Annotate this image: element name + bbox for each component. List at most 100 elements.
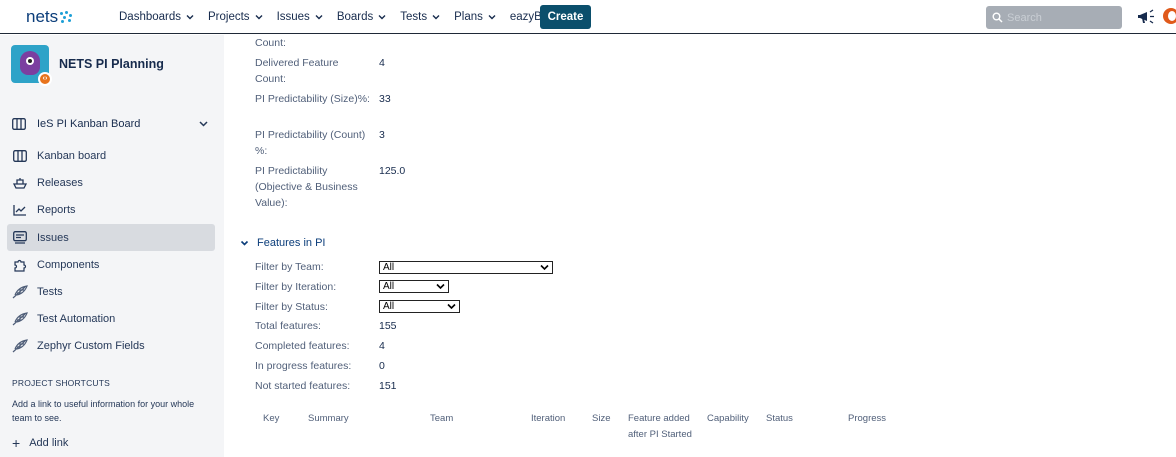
filter-iteration-label: Filter by Iteration: bbox=[255, 281, 337, 293]
completed-features-label: Completed features: bbox=[255, 340, 350, 352]
nav-issues[interactable]: Issues bbox=[270, 0, 330, 34]
sidebar-item-kanban-board[interactable]: Kanban board bbox=[7, 142, 215, 169]
chart-icon bbox=[12, 202, 28, 218]
chevron-down-icon bbox=[240, 240, 249, 246]
code-badge-icon: ‹› bbox=[38, 72, 52, 86]
sidebar-item-zephyr-custom-fields[interactable]: Zephyr Custom Fields bbox=[7, 332, 215, 359]
nav-label: Projects bbox=[208, 11, 250, 23]
pi-predictability-objective-label: PI Predictability (Objective & Business … bbox=[255, 165, 358, 209]
user-avatar[interactable] bbox=[1163, 8, 1176, 24]
board-selector-label: IeS PI Kanban Board bbox=[37, 118, 141, 130]
sidebar-item-releases[interactable]: Releases bbox=[7, 169, 215, 196]
column-header-summary[interactable]: Summary bbox=[308, 411, 349, 427]
nets-logo[interactable]: nets bbox=[26, 7, 73, 27]
nav-label: Boards bbox=[336, 11, 374, 23]
in-progress-features-value: 0 bbox=[379, 360, 385, 372]
column-header-iteration[interactable]: Iteration bbox=[531, 411, 565, 427]
sidebar-item-label: Issues bbox=[37, 231, 69, 244]
select-value: All bbox=[383, 301, 395, 312]
add-link-label: Add link bbox=[29, 437, 69, 449]
main-nav: Dashboards Projects Issues Boards Tests … bbox=[112, 0, 552, 34]
not-started-features-label: Not started features: bbox=[255, 380, 351, 392]
feather-icon bbox=[12, 311, 28, 327]
nav-projects[interactable]: Projects bbox=[201, 0, 270, 34]
section-title: Features in PI bbox=[257, 237, 326, 249]
column-header-feature-added-after-pi-started[interactable]: Feature added after PI Started bbox=[628, 411, 698, 443]
nav-tests[interactable]: Tests bbox=[393, 0, 447, 34]
chevron-down-icon bbox=[315, 15, 323, 20]
pi-predictability-count-label: PI Predictability (Count) %: bbox=[255, 129, 366, 157]
nav-label: Dashboards bbox=[119, 11, 182, 23]
filter-status-select[interactable]: All bbox=[379, 300, 460, 313]
features-in-pi-toggle[interactable]: Features in PI bbox=[240, 237, 325, 249]
project-name: NETS PI Planning bbox=[59, 57, 164, 71]
column-header-key[interactable]: Key bbox=[263, 411, 279, 427]
notifications-megaphone-icon[interactable] bbox=[1137, 9, 1157, 25]
chevron-down-icon bbox=[447, 303, 456, 310]
feather-icon bbox=[12, 338, 28, 354]
chevron-down-icon bbox=[378, 15, 386, 20]
logo-dots-icon bbox=[60, 11, 73, 23]
add-link-button[interactable]: + Add link bbox=[12, 436, 69, 450]
filter-team-select[interactable]: All bbox=[379, 261, 553, 274]
kanban-icon bbox=[12, 148, 28, 164]
search-input[interactable] bbox=[1007, 11, 1107, 24]
create-button[interactable]: Create bbox=[540, 5, 591, 29]
search-icon bbox=[992, 12, 1003, 23]
chevron-down-icon bbox=[488, 15, 496, 20]
nav-boards[interactable]: Boards bbox=[330, 0, 393, 34]
column-header-team[interactable]: Team bbox=[430, 411, 453, 427]
select-value: All bbox=[383, 262, 395, 273]
not-started-features-value: 151 bbox=[379, 380, 397, 392]
sidebar-item-components[interactable]: Components bbox=[7, 251, 215, 278]
sidebar-item-label: Releases bbox=[37, 176, 83, 189]
nav-dashboards[interactable]: Dashboards bbox=[112, 0, 201, 34]
sidebar-item-issues[interactable]: Issues bbox=[7, 224, 215, 251]
sidebar-item-test-automation[interactable]: Test Automation bbox=[7, 305, 215, 332]
pi-predictability-count-value: 3 bbox=[379, 129, 385, 141]
nav-label: Issues bbox=[276, 11, 310, 23]
nav-label: Plans bbox=[454, 11, 483, 23]
sidebar-item-label: Tests bbox=[37, 285, 63, 298]
chevron-down-icon bbox=[432, 15, 440, 20]
nav-plans[interactable]: Plans bbox=[447, 0, 503, 34]
sidebar-item-tests[interactable]: Tests bbox=[7, 278, 215, 305]
chevron-down-icon bbox=[540, 264, 549, 271]
main-content: Count: Delivered Feature Count: 4 PI Pre… bbox=[224, 35, 1176, 457]
feather-icon bbox=[12, 284, 28, 300]
completed-features-value: 4 bbox=[379, 340, 385, 352]
chevron-down-icon bbox=[199, 121, 208, 127]
sidebar-item-reports[interactable]: Reports bbox=[7, 196, 215, 223]
top-navigation-bar: nets Dashboards Projects Issues Boards T… bbox=[0, 0, 1176, 34]
ship-icon bbox=[12, 175, 28, 191]
pi-predictability-size-label: PI Predictability (Size)%: bbox=[255, 93, 370, 105]
column-header-capability[interactable]: Capability bbox=[707, 411, 749, 427]
issues-icon bbox=[12, 230, 28, 246]
filter-status-label: Filter by Status: bbox=[255, 301, 328, 313]
project-shortcuts-title: PROJECT SHORTCUTS bbox=[12, 378, 111, 388]
total-features-label: Total features: bbox=[255, 320, 321, 332]
sidebar-item-label: Reports bbox=[37, 203, 76, 216]
nav-label: Tests bbox=[400, 11, 428, 23]
count-label: Count: bbox=[255, 37, 286, 49]
column-header-progress[interactable]: Progress bbox=[848, 411, 886, 427]
project-sidebar: ‹› NETS PI Planning IeS PI Kanban Board … bbox=[0, 35, 224, 457]
project-shortcuts-description: Add a link to useful information for you… bbox=[12, 399, 195, 423]
delivered-feature-count-label: Delivered Feature Count: bbox=[255, 57, 339, 85]
filter-iteration-select[interactable]: All bbox=[379, 280, 449, 293]
total-features-value: 155 bbox=[379, 320, 397, 332]
sidebar-item-label: Test Automation bbox=[37, 312, 116, 325]
in-progress-features-label: In progress features: bbox=[255, 360, 352, 372]
column-header-status[interactable]: Status bbox=[766, 411, 793, 427]
logo-text: nets bbox=[26, 7, 59, 26]
chevron-down-icon bbox=[436, 283, 445, 290]
column-header-size[interactable]: Size bbox=[592, 411, 610, 427]
sidebar-item-label: Zephyr Custom Fields bbox=[37, 339, 145, 352]
sidebar-item-label: Components bbox=[37, 258, 100, 271]
board-selector[interactable]: IeS PI Kanban Board bbox=[12, 116, 212, 132]
chevron-down-icon bbox=[255, 15, 263, 20]
sidebar-item-label: Kanban board bbox=[37, 149, 107, 162]
chevron-down-icon bbox=[186, 15, 194, 20]
search-box[interactable] bbox=[986, 6, 1122, 29]
project-avatar: ‹› bbox=[11, 45, 52, 86]
